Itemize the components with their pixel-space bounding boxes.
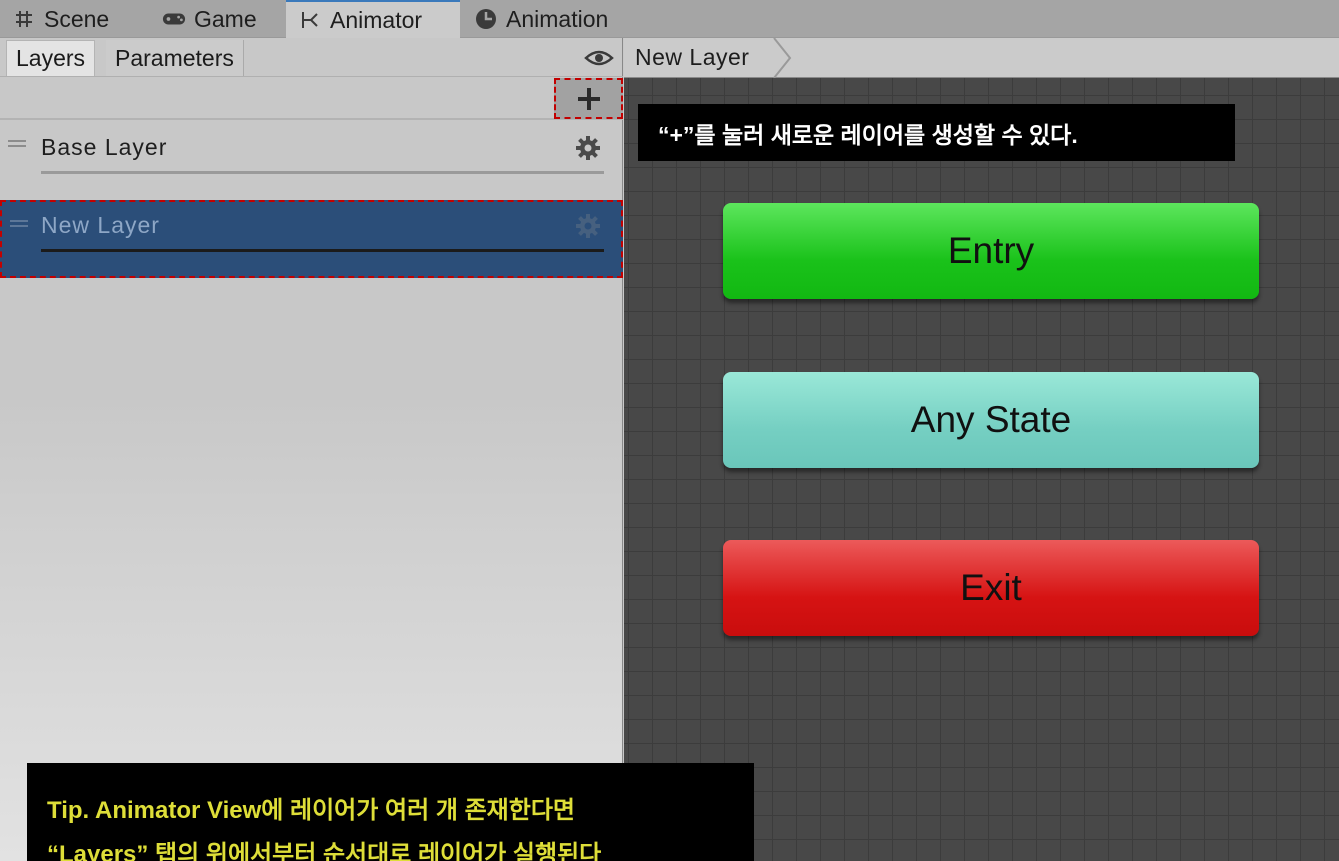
window-tab-bar: Scene Game Animator Animation <box>0 0 1339 38</box>
gear-icon[interactable] <box>575 135 601 161</box>
tab-game-label: Game <box>194 5 257 32</box>
tab-game[interactable]: Game <box>150 0 286 38</box>
subtab-parameters[interactable]: Parameters <box>106 40 244 76</box>
tip-caption: Tip. Animator View에 레이어가 여러 개 존재한다면 “Lay… <box>27 763 754 861</box>
drag-handle-icon[interactable] <box>10 220 28 227</box>
gear-icon[interactable] <box>575 213 601 239</box>
animation-clock-icon <box>474 7 498 31</box>
layer-name: New Layer <box>41 212 160 238</box>
plus-icon <box>577 87 600 110</box>
tab-scene[interactable]: Scene <box>0 0 150 38</box>
layer-item-base[interactable]: Base Layer <box>0 122 623 200</box>
breadcrumb-arrow-icon <box>773 38 792 78</box>
scene-grid-icon <box>12 7 36 31</box>
tip-line-2: “Layers” 탭의 위에서부터 순서대로 레이어가 실행된다 <box>47 841 602 861</box>
layers-toolbar <box>0 76 623 120</box>
animator-icon <box>298 8 322 32</box>
tab-animation[interactable]: Animation <box>462 0 642 38</box>
annotation-caption: “+”를 눌러 새로운 레이어를 생성할 수 있다. <box>638 104 1235 161</box>
layer-weight-bar <box>41 249 604 252</box>
annotation-caption-text: “+”를 눌러 새로운 레이어를 생성할 수 있다. <box>658 121 1078 148</box>
layer-item-new[interactable]: New Layer <box>0 200 623 278</box>
state-node-entry[interactable]: Entry <box>723 203 1259 299</box>
tab-animator-label: Animator <box>330 6 423 33</box>
animator-graph[interactable]: New Layer “+”를 눌러 새로운 레이어를 생성할 수 있다. Ent… <box>624 38 1339 861</box>
drag-handle-icon[interactable] <box>8 140 26 147</box>
layer-weight-bar <box>41 171 604 174</box>
state-node-any-state[interactable]: Any State <box>723 372 1259 468</box>
tab-animator[interactable]: Animator <box>286 0 460 38</box>
tip-line-1: Tip. Animator View에 레이어가 여러 개 존재한다면 <box>47 797 575 824</box>
tab-scene-label: Scene <box>44 5 110 32</box>
gamepad-icon <box>162 7 186 31</box>
state-node-exit[interactable]: Exit <box>723 540 1259 636</box>
eye-icon[interactable] <box>584 48 614 68</box>
tab-animation-label: Animation <box>506 5 609 32</box>
layer-name: Base Layer <box>41 134 168 160</box>
subtab-layers[interactable]: Layers <box>6 40 96 76</box>
layers-panel: Layers Parameters Base Layer New Layer <box>0 38 623 861</box>
subtab-parameters-label: Parameters <box>115 44 234 71</box>
subtab-layers-label: Layers <box>16 45 86 71</box>
breadcrumb: New Layer <box>624 38 1339 78</box>
breadcrumb-item[interactable]: New Layer <box>635 44 749 71</box>
state-node-label: Entry <box>947 230 1035 271</box>
state-node-label: Any State <box>910 399 1072 440</box>
state-node-label: Exit <box>960 567 1022 608</box>
add-layer-button[interactable] <box>554 78 623 119</box>
